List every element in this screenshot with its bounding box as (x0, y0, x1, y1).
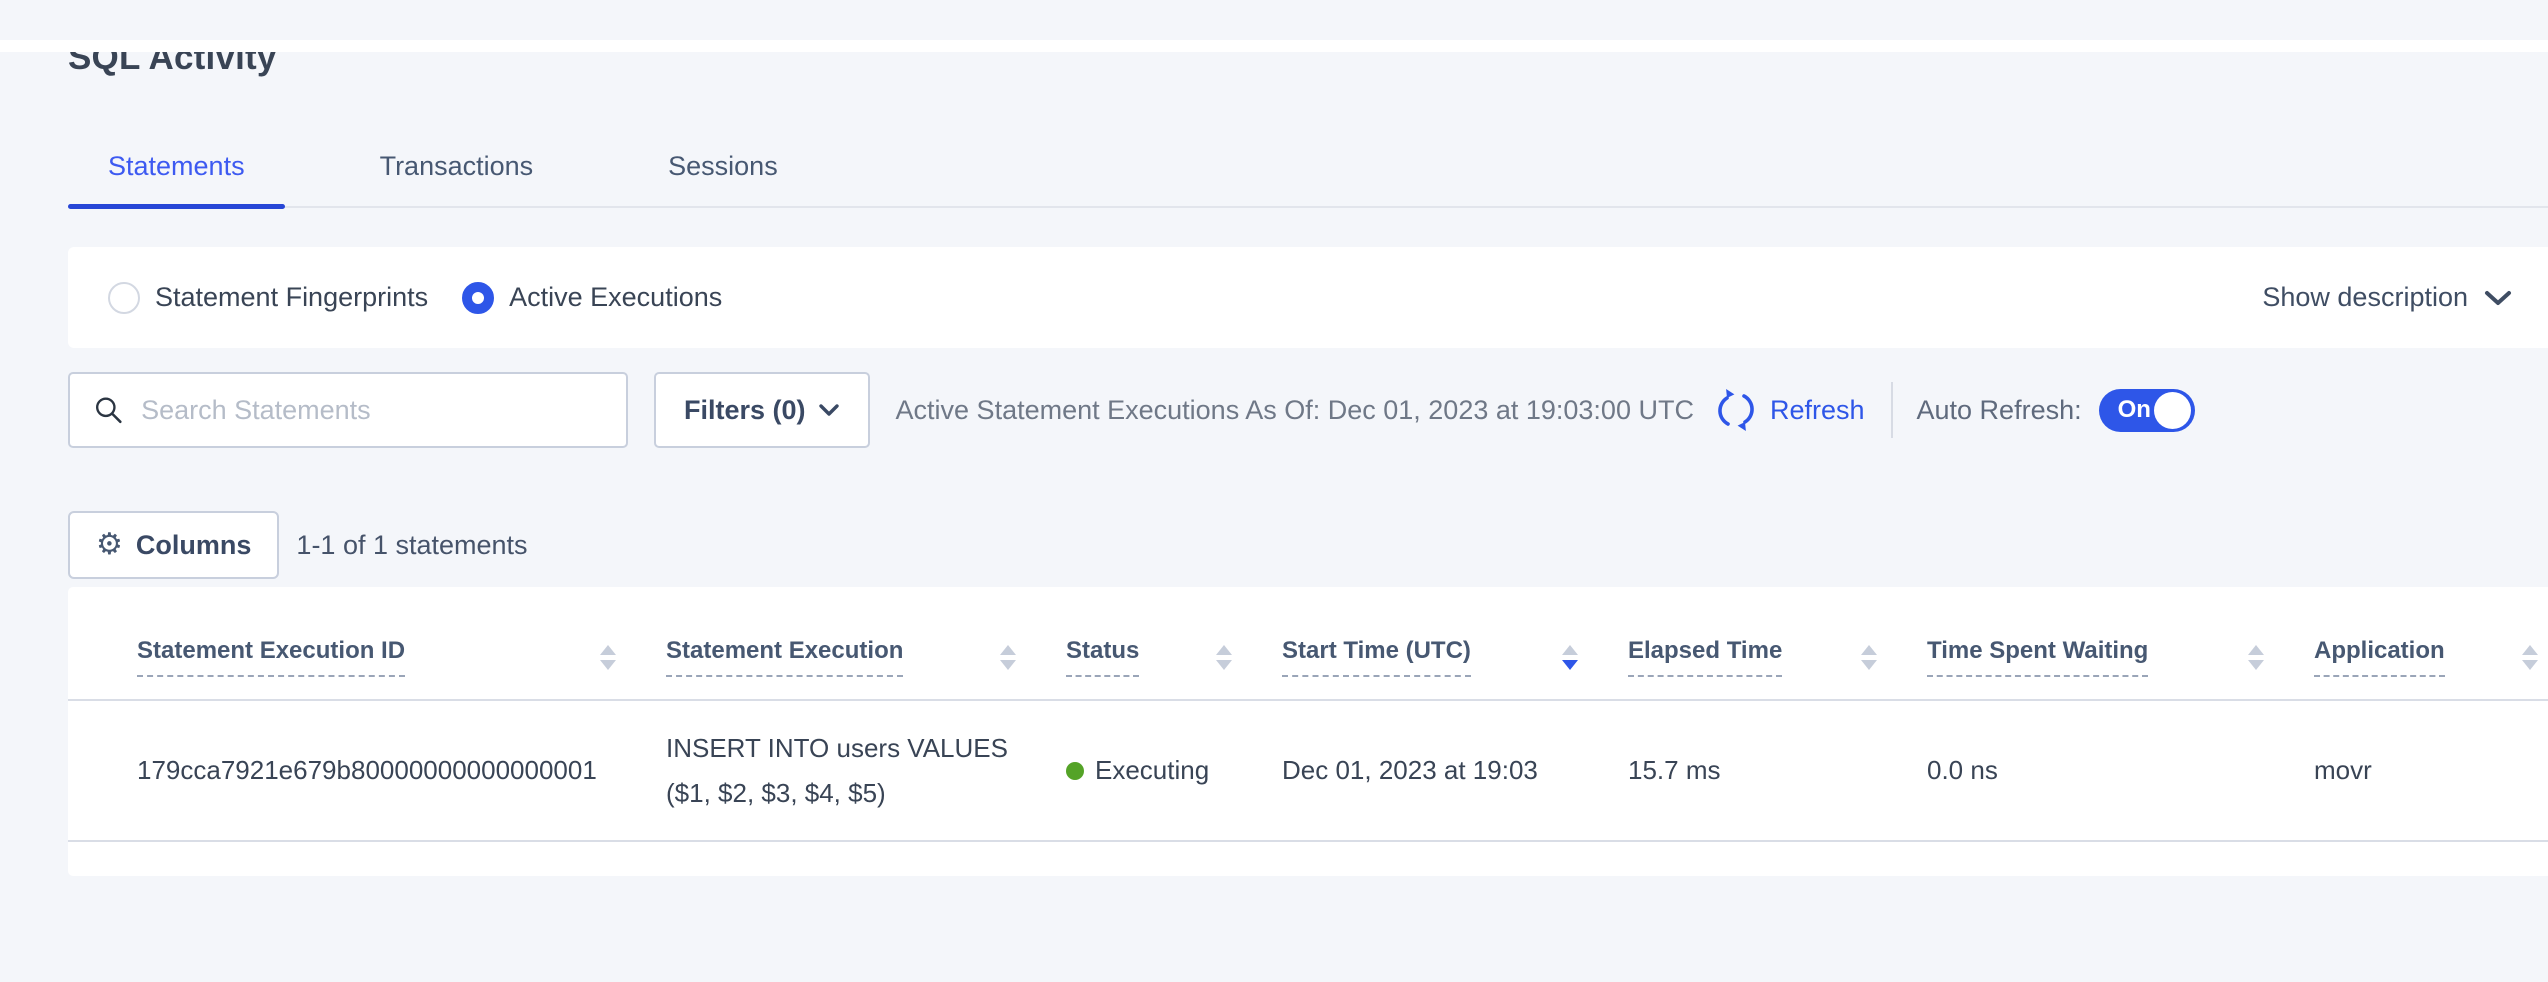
col-header-start-time[interactable]: Start Time (UTC) (1282, 587, 1628, 700)
columns-button[interactable]: ⚙ Columns (68, 511, 279, 579)
tab-sessions[interactable]: Sessions (628, 150, 818, 206)
tab-bar: Statements Transactions Sessions (68, 150, 2548, 208)
show-description-toggle[interactable]: Show description (2262, 282, 2512, 313)
col-header-elapsed-time[interactable]: Elapsed Time (1628, 587, 1927, 700)
auto-refresh-toggle[interactable]: On (2099, 389, 2195, 432)
sort-icon[interactable] (2522, 645, 2538, 670)
search-statements-input[interactable] (141, 395, 606, 426)
refresh-label: Refresh (1770, 395, 1865, 426)
status-executing-dot-icon (1066, 762, 1084, 780)
view-mode-panel: Statement Fingerprints Active Executions… (68, 247, 2548, 348)
auto-refresh-label: Auto Refresh: (1917, 395, 2082, 426)
show-description-label: Show description (2262, 282, 2468, 313)
refresh-button[interactable]: Refresh (1714, 388, 1865, 432)
cell-statement-execution[interactable]: INSERT INTO users VALUES ($1, $2, $3, $4… (666, 700, 1066, 841)
refresh-icon (1714, 388, 1758, 432)
cell-elapsed-time: 15.7 ms (1628, 700, 1927, 841)
sort-icon[interactable] (1216, 645, 1232, 670)
columns-button-label: Columns (136, 530, 252, 561)
gear-icon: ⚙ (96, 530, 123, 560)
statement-text-line2: ($1, $2, $3, $4, $5) (666, 771, 1016, 816)
cell-application: movr (2314, 700, 2548, 841)
filter-row: Filters (0) Active Statement Executions … (68, 372, 2548, 448)
sort-icon[interactable] (1000, 645, 1016, 670)
table-row[interactable]: 179cca7921e679b80000000000000001 INSERT … (68, 700, 2548, 841)
radio-statement-fingerprints[interactable]: Statement Fingerprints (108, 282, 428, 314)
chevron-down-icon (2484, 290, 2512, 306)
statements-table-panel: Statement Execution ID Statement Executi… (68, 587, 2548, 876)
statement-text-line1: INSERT INTO users VALUES (666, 726, 1016, 771)
radio-active-executions[interactable]: Active Executions (462, 282, 722, 314)
col-header-statement-execution[interactable]: Statement Execution (666, 587, 1066, 700)
sort-icon[interactable] (1861, 645, 1877, 670)
tab-statements[interactable]: Statements (68, 150, 285, 206)
status-label: Executing (1095, 755, 1209, 786)
col-header-time-spent-waiting[interactable]: Time Spent Waiting (1927, 587, 2314, 700)
as-of-timestamp: Active Statement Executions As Of: Dec 0… (896, 395, 1694, 426)
cell-statement-execution-id: 179cca7921e679b80000000000000001 (68, 700, 666, 841)
tab-transactions[interactable]: Transactions (340, 150, 574, 206)
cell-time-spent-waiting: 0.0 ns (1927, 700, 2314, 841)
filters-button-label: Filters (0) (684, 395, 806, 426)
sort-icon-active-desc[interactable] (1562, 645, 1578, 670)
col-header-application[interactable]: Application (2314, 587, 2548, 700)
filters-button[interactable]: Filters (0) (654, 372, 870, 448)
sort-icon[interactable] (2248, 645, 2264, 670)
radio-checked-icon (462, 282, 494, 314)
top-band (0, 40, 2548, 52)
radio-unchecked-icon (108, 282, 140, 314)
chevron-down-icon (818, 403, 840, 417)
table-toolbar: ⚙ Columns 1-1 of 1 statements (68, 511, 2548, 579)
result-count: 1-1 of 1 statements (296, 530, 527, 561)
divider (1891, 382, 1893, 438)
radio-label: Statement Fingerprints (155, 282, 428, 313)
toggle-state-label: On (2118, 396, 2151, 424)
statements-table: Statement Execution ID Statement Executi… (68, 587, 2548, 842)
cell-status: Executing (1066, 700, 1282, 841)
search-icon (94, 394, 123, 426)
col-header-status[interactable]: Status (1066, 587, 1282, 700)
table-header-row: Statement Execution ID Statement Executi… (68, 587, 2548, 700)
radio-label: Active Executions (509, 282, 722, 313)
search-box (68, 372, 628, 448)
cell-start-time: Dec 01, 2023 at 19:03 (1282, 700, 1628, 841)
toggle-knob (2154, 392, 2191, 429)
col-header-statement-execution-id[interactable]: Statement Execution ID (68, 587, 666, 700)
sort-icon[interactable] (600, 645, 616, 670)
